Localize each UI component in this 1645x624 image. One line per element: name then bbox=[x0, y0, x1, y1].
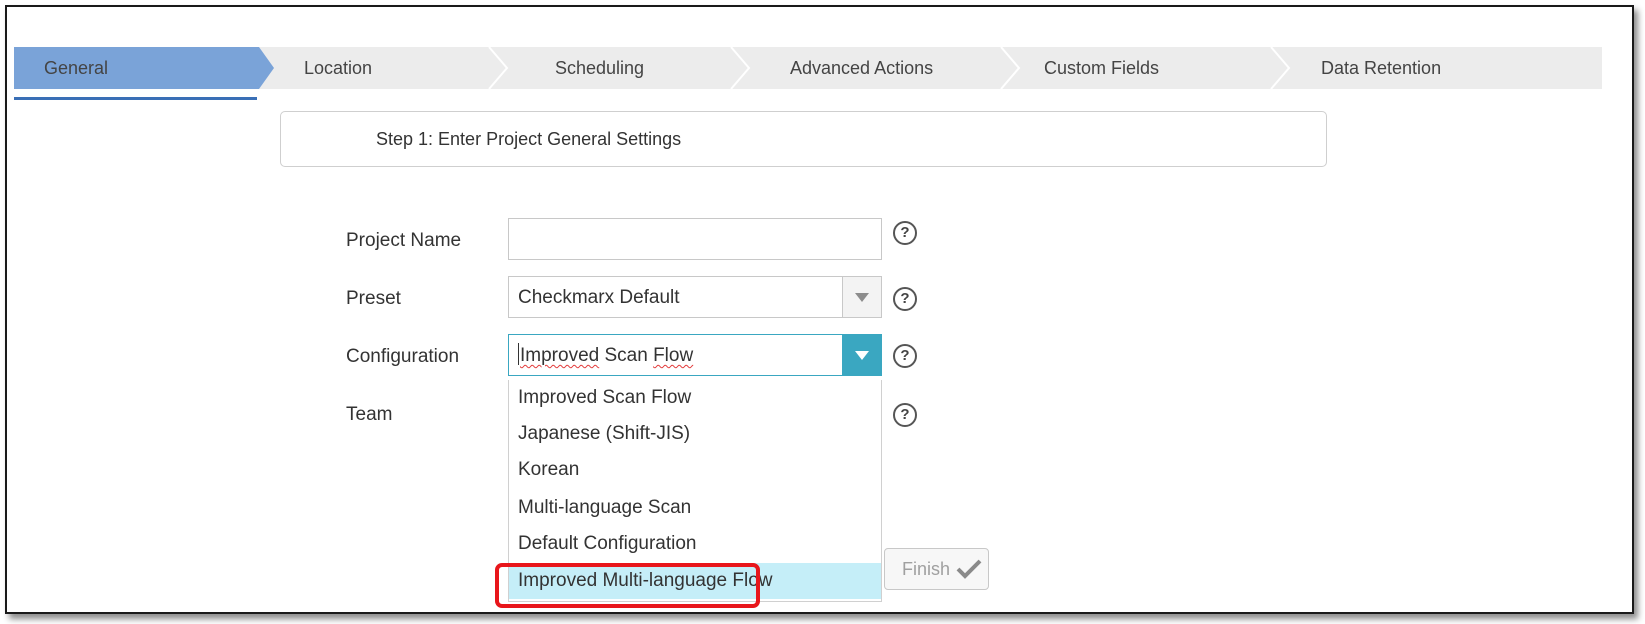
tab-data-retention[interactable]: Data Retention bbox=[1321, 47, 1441, 89]
annotation-highlight-box bbox=[495, 563, 760, 608]
preset-select[interactable]: Checkmarx Default bbox=[508, 276, 882, 318]
configuration-value: Improved Scan Flow bbox=[518, 335, 693, 377]
preset-help-icon[interactable]: ? bbox=[893, 287, 917, 311]
configuration-value-word3: Flow bbox=[653, 345, 694, 366]
wizard-steps: General Location Scheduling Advanced Act… bbox=[14, 47, 1602, 89]
configuration-option[interactable]: Korean bbox=[509, 452, 881, 488]
tab-general[interactable]: General bbox=[44, 47, 108, 89]
active-tab-underline bbox=[14, 97, 257, 100]
step-separator-icon bbox=[1000, 47, 1021, 89]
step-title-box: Step 1: Enter Project General Settings bbox=[280, 111, 1327, 167]
tab-location[interactable]: Location bbox=[304, 47, 372, 89]
checkmark-icon bbox=[956, 559, 982, 579]
configuration-label: Configuration bbox=[346, 346, 460, 367]
configuration-value-word2: Scan bbox=[599, 345, 654, 366]
project-name-input[interactable] bbox=[508, 218, 882, 260]
chevron-down-icon bbox=[855, 293, 869, 302]
configuration-option[interactable]: Multi-language Scan bbox=[509, 490, 881, 526]
step-title: Step 1: Enter Project General Settings bbox=[376, 129, 682, 149]
configuration-option[interactable]: Japanese (Shift-JIS) bbox=[509, 416, 881, 452]
configuration-help-icon[interactable]: ? bbox=[893, 344, 917, 368]
text-cursor bbox=[518, 343, 519, 365]
finish-label: Finish bbox=[902, 559, 951, 579]
configuration-select[interactable]: Improved Scan Flow bbox=[508, 334, 882, 376]
team-label: Team bbox=[346, 404, 393, 425]
step-separator-icon bbox=[1270, 47, 1291, 89]
preset-dropdown-button[interactable] bbox=[842, 277, 881, 317]
configuration-option[interactable]: Improved Scan Flow bbox=[509, 380, 881, 416]
team-help-icon[interactable]: ? bbox=[893, 403, 917, 427]
preset-value: Checkmarx Default bbox=[518, 287, 680, 308]
configuration-dropdown-button[interactable] bbox=[842, 335, 881, 375]
step-separator-icon bbox=[488, 47, 509, 89]
step-separator-icon bbox=[730, 47, 751, 89]
tab-scheduling[interactable]: Scheduling bbox=[555, 47, 644, 89]
configuration-option[interactable]: Default Configuration bbox=[509, 526, 881, 562]
project-name-help-icon[interactable]: ? bbox=[893, 221, 917, 245]
chevron-down-icon bbox=[855, 351, 869, 360]
project-name-label: Project Name bbox=[346, 230, 462, 251]
tab-custom-fields[interactable]: Custom Fields bbox=[1044, 47, 1159, 89]
preset-label: Preset bbox=[346, 288, 401, 309]
configuration-value-word1: Improved bbox=[520, 345, 600, 366]
finish-button[interactable]: Finish bbox=[884, 548, 989, 590]
tab-advanced-actions[interactable]: Advanced Actions bbox=[790, 47, 933, 89]
